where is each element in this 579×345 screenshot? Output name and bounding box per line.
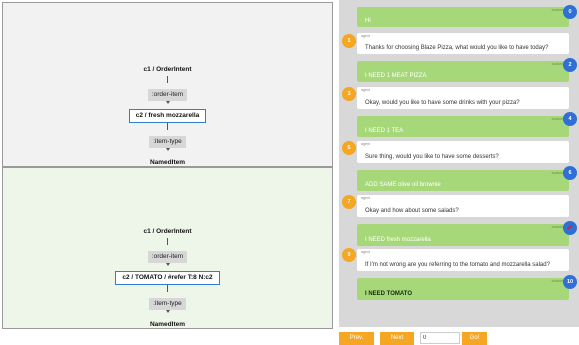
turn-number-badge[interactable]: 9 <box>342 248 356 262</box>
message-text: Okay and how about some salads? <box>365 208 459 214</box>
chat-panel: customer Hi 0 agent Thanks for choosing … <box>339 0 579 327</box>
amr-graph-top: c1 / OrderIntent :order-item c2 / fresh … <box>3 58 332 169</box>
message-text: I NEED fresh mozzarella <box>365 237 431 243</box>
chat-message-customer[interactable]: customer Hi <box>357 7 569 27</box>
graph-panel-top: c1 / OrderIntent :order-item c2 / fresh … <box>2 2 333 167</box>
chat-message-agent[interactable]: agent Thanks for choosing Blaze Pizza, w… <box>357 33 569 54</box>
chat-message-agent[interactable]: agent If I'm not wrong are you referring… <box>357 249 569 271</box>
graph-edge-line <box>167 238 168 245</box>
checkmark-badge-icon[interactable]: ✔ <box>563 221 577 235</box>
turn-number-badge[interactable]: 1 <box>342 34 356 48</box>
graph-root-node[interactable]: c1 / OrderIntent <box>140 226 194 238</box>
chat-message-agent[interactable]: agent Okay, would you like to have some … <box>357 87 569 109</box>
turn-number-badge[interactable]: 4 <box>563 112 577 126</box>
message-text: I NEED TOMATO <box>365 291 413 297</box>
chat-message-customer[interactable]: customer I NEED 1 MEAT PIZZA <box>357 61 569 82</box>
message-text: Sure thing, would you like to have some … <box>365 154 499 160</box>
graph-edge-label: :item-type <box>149 298 186 310</box>
turn-number-badge[interactable]: 6 <box>563 166 577 180</box>
message-text: ADD SAME olive oil brownie <box>365 182 441 188</box>
graph-edge-line <box>167 76 168 83</box>
turn-number-badge[interactable]: 10 <box>563 275 577 289</box>
chat-message-customer[interactable]: customer ADD SAME olive oil brownie <box>357 170 569 191</box>
next-button[interactable]: Next <box>380 332 414 345</box>
message-text: I NEED 1 TEA <box>365 128 404 134</box>
turn-number-badge[interactable]: 0 <box>563 5 577 19</box>
turn-number-badge[interactable]: 3 <box>342 87 356 101</box>
message-text: Hi <box>365 18 371 24</box>
graph-edge-label: :item-type <box>149 136 186 148</box>
graph-edge-line <box>167 285 168 292</box>
turn-number-badge[interactable]: 2 <box>563 58 577 72</box>
message-role-tag: agent <box>361 34 370 38</box>
prev-button[interactable]: Prev. <box>339 332 374 345</box>
graph-root-node[interactable]: c1 / OrderIntent <box>140 64 194 76</box>
turn-number-badge[interactable]: 7 <box>342 195 356 209</box>
message-text: Okay, would you like to have some drinks… <box>365 100 520 106</box>
graph-edge-label: :order-item <box>147 89 188 101</box>
chat-message-customer[interactable]: customer I NEED TOMATO <box>357 278 569 300</box>
chat-message-agent[interactable]: agent Okay and how about some salads? <box>357 195 569 217</box>
chat-message-customer[interactable]: customer I NEED fresh mozzarella <box>357 224 569 246</box>
message-role-tag: agent <box>361 142 370 146</box>
graph-edge-line <box>167 123 168 130</box>
amr-graph-bottom: c1 / OrderIntent :order-item c2 / TOMATO… <box>3 220 332 331</box>
graph-edge-label: :order-item <box>147 251 188 263</box>
message-text: If I'm not wrong are you referring to th… <box>365 262 550 268</box>
chat-message-agent[interactable]: agent Sure thing, would you like to have… <box>357 141 569 163</box>
message-role-tag: agent <box>361 196 370 200</box>
message-role-tag: agent <box>361 88 370 92</box>
turn-index-input[interactable] <box>420 332 460 344</box>
message-text: I NEED 1 MEAT PIZZA <box>365 73 427 79</box>
message-role-tag: agent <box>361 250 370 254</box>
chat-message-customer[interactable]: customer I NEED 1 TEA <box>357 116 569 137</box>
turn-number-badge[interactable]: 5 <box>342 141 356 155</box>
graph-selected-node[interactable]: c2 / TOMATO / #refer T:8 N:c2 <box>115 271 220 285</box>
go-button[interactable]: Go! <box>462 332 487 345</box>
graph-panel-bottom: c1 / OrderIntent :order-item c2 / TOMATO… <box>2 167 333 329</box>
graph-selected-node[interactable]: c2 / fresh mozzarella <box>128 109 207 123</box>
checkmark-icon: ✔ <box>566 223 574 232</box>
message-text: Thanks for choosing Blaze Pizza, what wo… <box>365 45 549 51</box>
graph-leaf-node[interactable]: NamedItem <box>147 319 188 331</box>
